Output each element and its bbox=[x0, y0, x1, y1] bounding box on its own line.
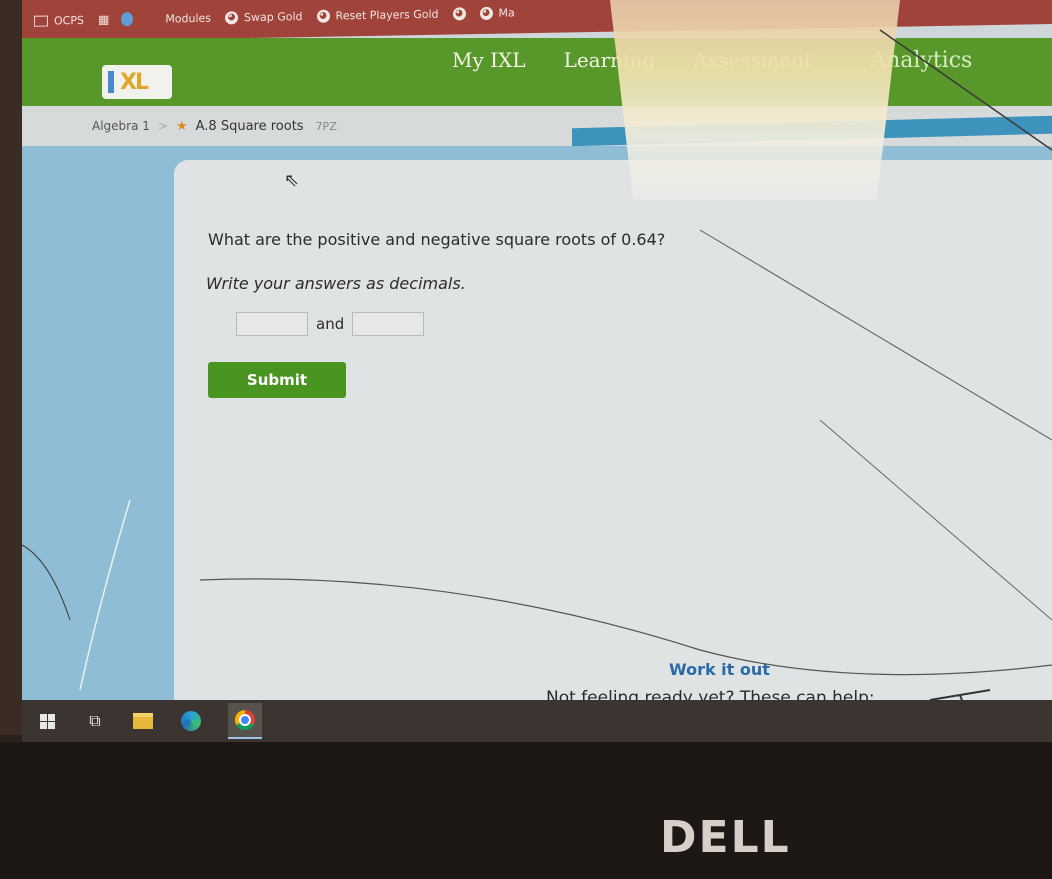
chrome-icon[interactable] bbox=[228, 703, 262, 739]
screen-glare bbox=[610, 0, 900, 200]
answer-input-positive[interactable] bbox=[236, 312, 308, 336]
browser-screen: OCPS ▦ Modules ◕ Swap Gold ◕ Reset Playe… bbox=[22, 0, 1052, 735]
breadcrumb-separator: > bbox=[157, 119, 168, 133]
star-icon: ★ bbox=[175, 118, 188, 134]
bookmark-swap-gold[interactable]: ◕ Swap Gold bbox=[225, 10, 303, 24]
bookmark-reset-players-gold[interactable]: ◕ Reset Players Gold bbox=[316, 7, 439, 23]
globe-icon: ◕ bbox=[225, 10, 239, 24]
dell-logo: DELL bbox=[660, 812, 791, 863]
nav-my-ixl[interactable]: My IXL bbox=[452, 48, 526, 73]
question-card: What are the positive and negative squar… bbox=[174, 160, 1052, 720]
question-instruction: Write your answers as decimals. bbox=[206, 274, 466, 293]
screen-bezel-left bbox=[0, 0, 22, 735]
answer-input-negative[interactable] bbox=[352, 312, 425, 336]
answer-row: and bbox=[236, 312, 425, 336]
edge-icon[interactable] bbox=[180, 710, 202, 732]
task-view-icon[interactable]: ⧉ bbox=[84, 710, 106, 732]
bookmark-blue[interactable] bbox=[121, 12, 134, 27]
globe-icon: ◕ bbox=[479, 6, 493, 20]
bookmark-ocps[interactable]: OCPS bbox=[34, 13, 84, 27]
ixl-logo[interactable]: XL bbox=[102, 65, 172, 99]
windows-taskbar: ⧉ bbox=[22, 700, 1052, 742]
blue-circle-icon bbox=[121, 12, 134, 27]
folder-icon bbox=[34, 15, 48, 27]
question-prompt: What are the positive and negative squar… bbox=[208, 230, 666, 249]
logo-text: XL bbox=[120, 69, 149, 95]
skill-code: 7PZ bbox=[315, 119, 337, 133]
globe-icon: ◕ bbox=[452, 6, 466, 20]
laptop-bezel bbox=[0, 742, 1052, 879]
windows-start-icon[interactable] bbox=[36, 710, 58, 732]
bookmark-modules[interactable]: Modules bbox=[165, 11, 211, 25]
mouse-cursor-icon: ⇖ bbox=[284, 170, 300, 191]
submit-button[interactable]: Submit bbox=[208, 362, 346, 398]
bookmark-globe[interactable]: ◕ bbox=[452, 6, 466, 20]
file-explorer-icon[interactable] bbox=[132, 710, 154, 732]
ixl-navbar: XL My IXL Learning Assessment Analytics bbox=[22, 38, 1052, 106]
work-it-out-heading: Work it out bbox=[669, 660, 770, 679]
logo-bar bbox=[108, 71, 114, 93]
breadcrumb-skill: A.8 Square roots bbox=[195, 118, 304, 134]
breadcrumb-subject[interactable]: Algebra 1 bbox=[92, 119, 150, 133]
conjunction-label: and bbox=[316, 315, 345, 333]
bookmark-ma[interactable]: ◕ Ma bbox=[479, 6, 515, 20]
apps-grid-icon[interactable]: ▦ bbox=[98, 13, 107, 27]
globe-icon: ◕ bbox=[316, 9, 330, 23]
